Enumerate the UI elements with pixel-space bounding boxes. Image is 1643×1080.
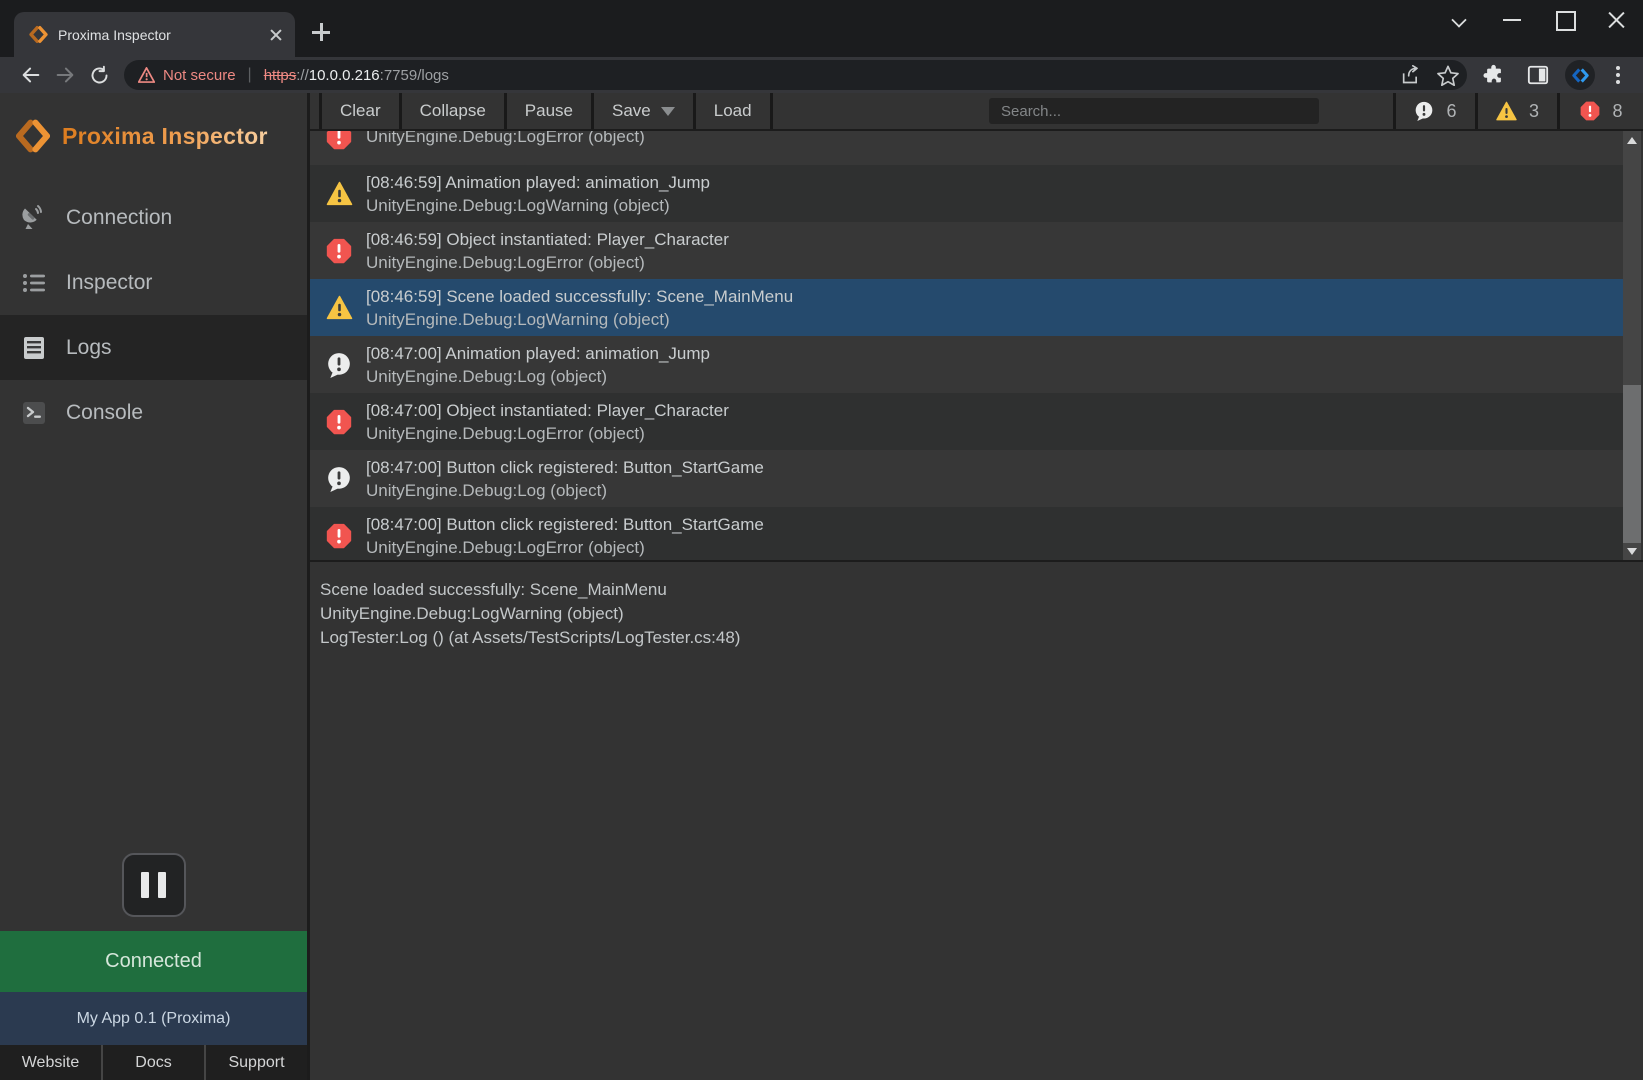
sidebar-item-label: Connection — [66, 206, 172, 230]
app-name-bar: My App 0.1 (Proxima) — [0, 992, 307, 1045]
forward-icon[interactable] — [48, 60, 82, 90]
reload-icon[interactable] — [82, 60, 116, 90]
extensions-puzzle-icon[interactable] — [1477, 60, 1511, 90]
console-terminal-icon — [20, 399, 48, 427]
window-maximize-button[interactable] — [1539, 0, 1591, 40]
new-tab-button[interactable] — [308, 20, 334, 46]
status-badge: Connected — [105, 950, 202, 973]
log-scrollbar[interactable] — [1623, 131, 1641, 560]
proxima-logo-icon — [16, 119, 50, 153]
sidebar-item-label: Console — [66, 401, 143, 425]
search-input[interactable] — [989, 98, 1319, 124]
scroll-up-arrow[interactable] — [1623, 133, 1641, 147]
address-separator: | — [248, 66, 252, 84]
info-count: 6 — [1446, 101, 1456, 122]
sidebar-item-console[interactable]: Console — [0, 380, 307, 445]
log-row[interactable]: [08:47:00] Button click registered: Butt… — [310, 507, 1623, 562]
footer-link-support[interactable]: Support — [204, 1045, 307, 1080]
url-text: https://10.0.0.216:7759/logs — [264, 67, 449, 84]
error-icon — [324, 238, 354, 264]
load-button[interactable]: Load — [696, 93, 773, 129]
log-row[interactable]: [08:46:59] Animation played: animation_J… — [310, 165, 1623, 222]
detail-line: LogTester:Log () (at Assets/TestScripts/… — [320, 626, 1643, 650]
log-row[interactable]: [08:47:00] Object instantiated: Player_C… — [310, 393, 1623, 450]
proxima-extension-icon[interactable] — [1565, 60, 1595, 90]
clear-button[interactable]: Clear — [322, 93, 402, 129]
detail-line: Scene loaded successfully: Scene_MainMen… — [320, 578, 1643, 602]
side-panel-icon[interactable] — [1521, 60, 1555, 90]
log-row[interactable]: [08:47:00] Button click registered: Butt… — [310, 450, 1623, 507]
error-count: 8 — [1612, 101, 1622, 122]
info-filter-toggle[interactable]: 6 — [1393, 93, 1475, 129]
logs-document-icon — [20, 334, 48, 362]
sidebar: Proxima Inspector Connection — [0, 93, 310, 1080]
tab-search-chevron-icon[interactable] — [1435, 0, 1487, 40]
app-logo: Proxima Inspector — [0, 93, 307, 157]
tab-close-icon[interactable] — [267, 26, 285, 44]
browser-tab[interactable]: Proxima Inspector — [14, 12, 295, 57]
error-icon — [324, 523, 354, 549]
info-icon — [324, 352, 354, 378]
log-row[interactable]: [08:47:00] Animation played: animation_J… — [310, 336, 1623, 393]
log-row-selected[interactable]: [08:46:59] Scene loaded successfully: Sc… — [310, 279, 1623, 336]
window-minimize-button[interactable] — [1487, 0, 1539, 40]
pause-button[interactable]: Pause — [507, 93, 594, 129]
footer-link-docs[interactable]: Docs — [101, 1045, 204, 1080]
sidebar-item-label: Logs — [66, 336, 112, 360]
save-button[interactable]: Save — [594, 93, 696, 129]
info-icon — [324, 466, 354, 492]
collapse-button[interactable]: Collapse — [402, 93, 507, 129]
window-close-button[interactable] — [1591, 0, 1643, 40]
browser-menu-icon[interactable] — [1605, 60, 1631, 90]
log-row[interactable]: UnityEngine.Debug:LogError (object) — [310, 131, 1623, 165]
proxima-favicon-icon — [29, 25, 48, 44]
log-detail-panel: Scene loaded successfully: Scene_MainMen… — [310, 562, 1643, 1080]
log-list: UnityEngine.Debug:LogError (object) [08:… — [310, 131, 1643, 562]
error-icon — [324, 131, 354, 150]
info-icon — [1414, 101, 1434, 121]
browser-navbar: Not secure | https://10.0.0.216:7759/log… — [0, 57, 1643, 93]
scrollbar-thumb[interactable] — [1623, 385, 1641, 543]
back-icon[interactable] — [14, 60, 48, 90]
save-dropdown-icon[interactable] — [661, 107, 675, 116]
error-filter-toggle[interactable]: 8 — [1557, 93, 1643, 129]
sidebar-item-label: Inspector — [66, 271, 152, 295]
detail-line: UnityEngine.Debug:LogWarning (object) — [320, 602, 1643, 626]
app-title: Proxima Inspector — [62, 123, 268, 150]
connection-satellite-icon — [20, 204, 48, 232]
logs-toolbar: Clear Collapse Pause Save Load 6 — [310, 93, 1643, 131]
warning-icon — [324, 295, 354, 320]
browser-titlebar: Proxima Inspector — [0, 0, 1643, 57]
pause-stream-button[interactable] — [122, 853, 186, 917]
warning-filter-toggle[interactable]: 3 — [1475, 93, 1557, 129]
warning-icon — [1496, 101, 1517, 121]
address-bar[interactable]: Not secure | https://10.0.0.216:7759/log… — [124, 60, 1467, 90]
log-row[interactable]: [08:46:59] Object instantiated: Player_C… — [310, 222, 1623, 279]
share-icon[interactable] — [1401, 65, 1423, 85]
warning-icon — [324, 181, 354, 206]
sidebar-item-inspector[interactable]: Inspector — [0, 250, 307, 315]
sidebar-item-connection[interactable]: Connection — [0, 185, 307, 250]
sidebar-item-logs[interactable]: Logs — [0, 315, 307, 380]
footer-link-website[interactable]: Website — [0, 1045, 101, 1080]
warning-triangle-icon — [138, 67, 155, 83]
scroll-down-arrow[interactable] — [1623, 544, 1641, 558]
bookmark-star-icon[interactable] — [1437, 65, 1459, 86]
error-icon — [324, 409, 354, 435]
tab-title: Proxima Inspector — [58, 27, 267, 43]
sidebar-footer: Website Docs Support — [0, 1045, 307, 1080]
error-icon — [1580, 101, 1600, 121]
warning-count: 3 — [1529, 101, 1539, 122]
connection-status: Connected — [0, 931, 307, 992]
pause-icon — [141, 872, 149, 898]
inspector-list-icon — [20, 269, 48, 297]
not-secure-warning[interactable]: Not secure — [138, 67, 236, 84]
